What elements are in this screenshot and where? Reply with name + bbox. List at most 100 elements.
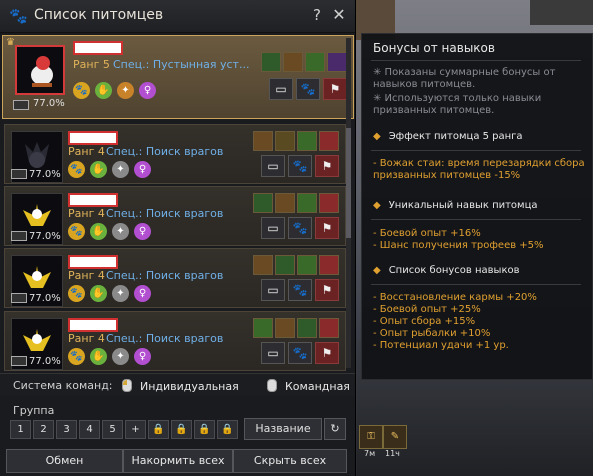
- skill-icon[interactable]: [297, 131, 317, 151]
- pet-actions: ▭ 🐾 ⚑: [258, 155, 339, 177]
- skill-icon[interactable]: [283, 52, 303, 72]
- trait-icon[interactable]: 🐾: [68, 161, 85, 178]
- command-paw-button[interactable]: 🐾: [288, 342, 312, 364]
- lock-icon[interactable]: 🔒: [171, 420, 192, 439]
- trait-icon[interactable]: ✦: [112, 161, 129, 178]
- pet-spec: Спец.: Поиск врагов: [106, 332, 224, 345]
- lock-icon[interactable]: 🔒: [194, 420, 215, 439]
- skill-icon[interactable]: [297, 255, 317, 275]
- group-command-option[interactable]: Командная: [267, 379, 350, 393]
- trait-icon[interactable]: ♀: [134, 161, 151, 178]
- command-paw-button[interactable]: 🐾: [288, 217, 312, 239]
- trait-icon[interactable]: ✋: [95, 82, 112, 99]
- feed-button[interactable]: ▭: [261, 342, 285, 364]
- trait-icon[interactable]: ✦: [112, 285, 129, 302]
- group-button-4[interactable]: 4: [79, 420, 100, 439]
- add-group-button[interactable]: +: [125, 420, 146, 439]
- trait-icon[interactable]: ✋: [90, 348, 107, 365]
- pet-card[interactable]: 77.0% Ранг 4 Спец.: Поиск врагов 🐾 ✋ ✦ ♀ ▭ 🐾…: [4, 248, 346, 308]
- skill-bonus-tooltip: Бонусы от навыков ✳ Показаны суммарные б…: [361, 33, 593, 380]
- release-button[interactable]: ⚑: [315, 217, 339, 239]
- skill-icon[interactable]: [297, 318, 317, 338]
- release-button[interactable]: ⚑: [315, 342, 339, 364]
- hotbar-slot-icon[interactable]: ✎: [383, 425, 407, 449]
- trait-icon[interactable]: ✦: [112, 348, 129, 365]
- skill-icon[interactable]: [319, 255, 339, 275]
- feed-button[interactable]: ▭: [261, 279, 285, 301]
- trait-icon[interactable]: 🐾: [68, 285, 85, 302]
- command-paw-button[interactable]: 🐾: [288, 279, 312, 301]
- skill-icon[interactable]: [319, 131, 339, 151]
- group-button-5[interactable]: 5: [102, 420, 123, 439]
- diamond-icon: ◆: [373, 131, 381, 142]
- skill-icon[interactable]: [275, 193, 295, 213]
- pet-name-redacted: [68, 193, 118, 207]
- skill-icon[interactable]: [327, 52, 347, 72]
- trait-icon[interactable]: 🐾: [73, 82, 90, 99]
- pet-name-redacted: [68, 255, 118, 269]
- trait-icon[interactable]: ♀: [139, 82, 156, 99]
- pet-skills: [251, 318, 339, 338]
- pet-card[interactable]: ♛ 77.0% Ранг 5 Спец.: Пустынная уст... 🐾…: [2, 35, 354, 119]
- section-header: ◆ Уникальный навык питомца: [373, 200, 538, 211]
- pet-list: ♛ 77.0% Ранг 5 Спец.: Пустынная уст... 🐾…: [0, 33, 355, 373]
- group-button-1[interactable]: 1: [10, 420, 31, 439]
- exchange-button[interactable]: Обмен: [6, 449, 123, 473]
- skill-icon[interactable]: [253, 255, 273, 275]
- command-paw-button[interactable]: 🐾: [288, 155, 312, 177]
- skill-icon[interactable]: [253, 193, 273, 213]
- group-name-button[interactable]: Название: [244, 418, 322, 440]
- trait-icon[interactable]: ✋: [90, 285, 107, 302]
- feed-button[interactable]: ▭: [261, 217, 285, 239]
- lock-icon[interactable]: 🔒: [148, 420, 169, 439]
- pet-card[interactable]: 77.0% Ранг 4 Спец.: Поиск врагов 🐾 ✋ ✦ ♀ ▭ 🐾…: [4, 186, 346, 246]
- hotbar-slot-icon[interactable]: ⚿: [359, 425, 383, 449]
- skill-icon[interactable]: [305, 52, 325, 72]
- trait-icon[interactable]: ♀: [134, 223, 151, 240]
- trait-icon[interactable]: ✋: [90, 223, 107, 240]
- group-button-2[interactable]: 2: [33, 420, 54, 439]
- skill-icon[interactable]: [253, 131, 273, 151]
- close-button[interactable]: ✕: [331, 5, 347, 24]
- feed-button[interactable]: ▭: [269, 78, 293, 100]
- pet-percent: 77.0%: [29, 169, 61, 180]
- skill-icon[interactable]: [297, 193, 317, 213]
- pet-card[interactable]: 77.0% Ранг 4 Спец.: Поиск врагов 🐾 ✋ ✦ ♀ ▭ 🐾…: [4, 124, 346, 184]
- individual-command-option[interactable]: Индивидуальная: [122, 379, 239, 393]
- section-title: Список бонусов навыков: [388, 265, 520, 276]
- trait-icon[interactable]: 🐾: [68, 223, 85, 240]
- pet-card[interactable]: 77.0% Ранг 4 Спец.: Поиск врагов 🐾 ✋ ✦ ♀ ▭ 🐾…: [4, 311, 346, 371]
- trait-icon[interactable]: ♀: [134, 285, 151, 302]
- hide-all-button[interactable]: Скрыть всех: [233, 449, 347, 473]
- trait-icon[interactable]: ✋: [90, 161, 107, 178]
- trait-icon[interactable]: ✦: [112, 223, 129, 240]
- trait-icon[interactable]: ♀: [134, 348, 151, 365]
- trait-icon[interactable]: 🐾: [68, 348, 85, 365]
- release-button[interactable]: ⚑: [315, 155, 339, 177]
- title-bar[interactable]: 🐾 Список питомцев ? ✕: [0, 0, 355, 33]
- feed-all-button[interactable]: Накормить всех: [123, 449, 233, 473]
- pet-name-redacted: [68, 131, 118, 145]
- release-button[interactable]: ⚑: [315, 279, 339, 301]
- release-button[interactable]: ⚑: [323, 78, 347, 100]
- skill-icon[interactable]: [319, 318, 339, 338]
- skill-icon[interactable]: [253, 318, 273, 338]
- skill-icon[interactable]: [261, 52, 281, 72]
- scrollbar[interactable]: [346, 38, 351, 368]
- group-button-3[interactable]: 3: [56, 420, 77, 439]
- bonus-effect: - Восстановление кармы +20%: [373, 292, 537, 303]
- lock-icon[interactable]: 🔒: [217, 420, 238, 439]
- skill-icon[interactable]: [275, 131, 295, 151]
- refresh-icon[interactable]: ↻: [324, 418, 346, 440]
- bonus-effect: - Боевой опыт +16%: [373, 228, 481, 239]
- skill-icon[interactable]: [275, 255, 295, 275]
- skill-icon[interactable]: [275, 318, 295, 338]
- help-button[interactable]: ?: [309, 6, 325, 24]
- trait-icon[interactable]: ✦: [117, 82, 134, 99]
- skill-icon[interactable]: [319, 193, 339, 213]
- scrollbar-thumb[interactable]: [346, 128, 351, 238]
- command-paw-button[interactable]: 🐾: [296, 78, 320, 100]
- pet-spec: Спец.: Пустынная уст...: [113, 58, 250, 71]
- feed-button[interactable]: ▭: [261, 155, 285, 177]
- pet-traits: 🐾 ✋ ✦ ♀: [68, 285, 156, 302]
